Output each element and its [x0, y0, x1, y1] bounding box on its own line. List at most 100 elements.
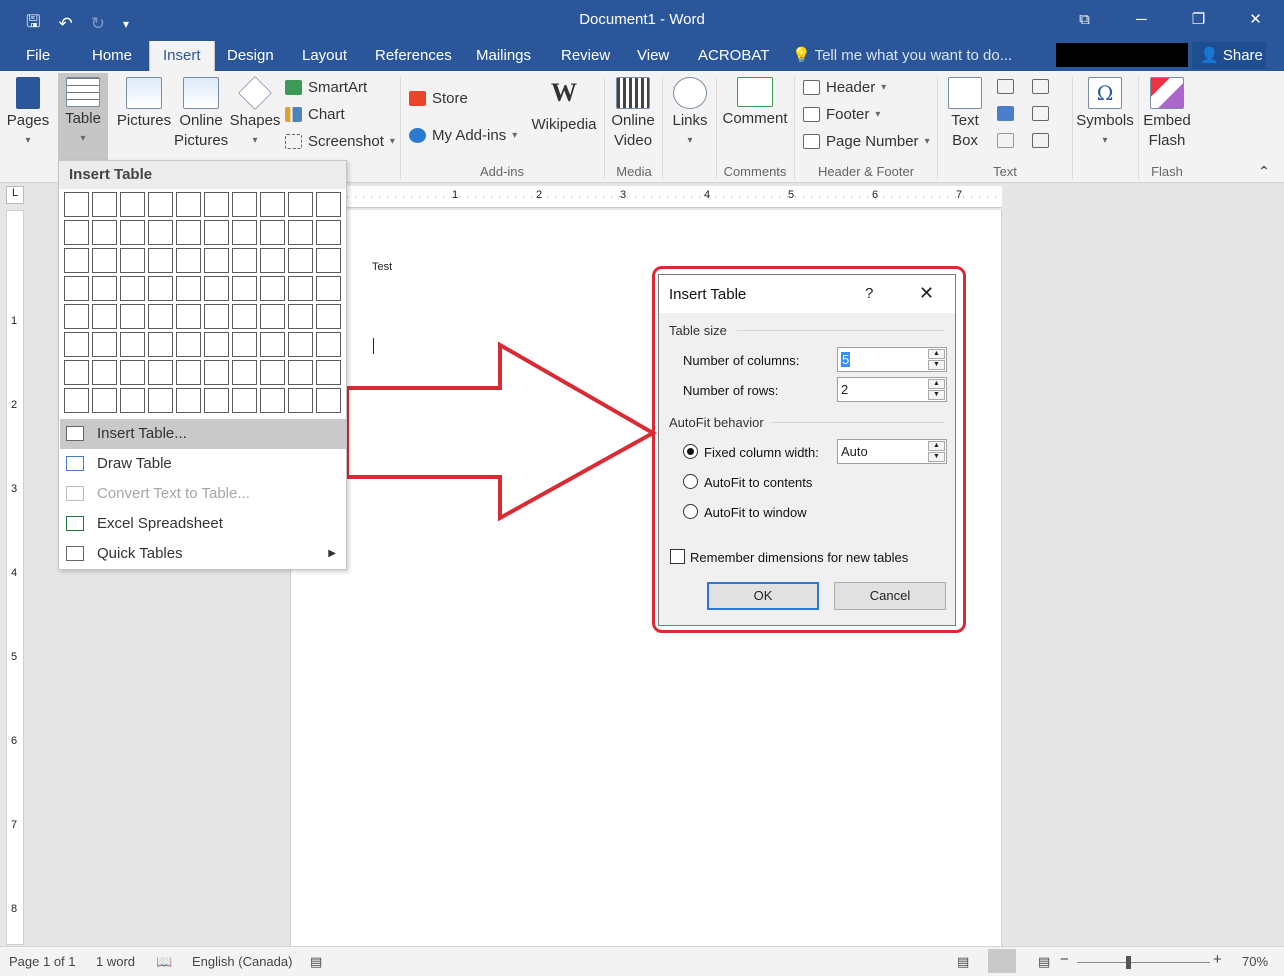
grid-cell[interactable] [64, 276, 89, 301]
close-icon[interactable]: ✕ [1227, 0, 1284, 38]
tab-insert[interactable]: Insert [149, 41, 215, 71]
tab-mailings[interactable]: Mailings [476, 41, 531, 71]
grid-cell[interactable] [148, 248, 173, 273]
grid-cell[interactable] [120, 360, 145, 385]
wordart-icon[interactable] [997, 106, 1014, 121]
grid-cell[interactable] [288, 192, 313, 217]
my-addins-button[interactable]: My Add-ins ▾ [409, 127, 517, 144]
grid-cell[interactable] [92, 360, 117, 385]
grid-cell[interactable] [260, 192, 285, 217]
tab-review[interactable]: Review [561, 41, 610, 71]
object-icon[interactable] [1032, 133, 1049, 148]
grid-cell[interactable] [316, 248, 341, 273]
grid-cell[interactable] [204, 304, 229, 329]
grid-cell[interactable] [288, 220, 313, 245]
grid-cell[interactable] [316, 388, 341, 413]
grid-cell[interactable] [288, 248, 313, 273]
links-button[interactable]: Links ▾ [668, 77, 712, 151]
grid-cell[interactable] [316, 332, 341, 357]
grid-cell[interactable] [176, 332, 201, 357]
ribbon-display-icon[interactable]: ⧉ [1056, 0, 1113, 38]
grid-cell[interactable] [92, 192, 117, 217]
grid-cell[interactable] [232, 388, 257, 413]
text-box-button[interactable]: Text Box [942, 77, 988, 151]
grid-cell[interactable] [176, 304, 201, 329]
grid-cell[interactable] [92, 276, 117, 301]
grid-cell[interactable] [148, 304, 173, 329]
zoom-slider[interactable] [1077, 962, 1210, 963]
tab-selector[interactable]: L [6, 186, 24, 204]
table-button[interactable]: Table ▾ [58, 73, 108, 161]
grid-cell[interactable] [232, 220, 257, 245]
grid-cell[interactable] [148, 360, 173, 385]
grid-cell[interactable] [288, 388, 313, 413]
zoom-level[interactable]: 70% [1242, 954, 1268, 969]
menu-item-insert-table[interactable]: Insert Table... [60, 419, 346, 449]
quick-parts-icon[interactable] [997, 79, 1014, 94]
grid-cell[interactable] [120, 388, 145, 413]
screenshot-button[interactable]: Screenshot ▾ [285, 133, 395, 150]
grid-cell[interactable] [64, 192, 89, 217]
menu-item-convert-text[interactable]: Convert Text to Table... [60, 479, 346, 509]
store-button[interactable]: Store [409, 90, 468, 107]
grid-cell[interactable] [120, 192, 145, 217]
chart-button[interactable]: Chart [285, 106, 345, 123]
date-time-icon[interactable] [1032, 106, 1049, 121]
grid-cell[interactable] [204, 220, 229, 245]
header-button[interactable]: Header ▾ [803, 79, 886, 96]
grid-cell[interactable] [204, 248, 229, 273]
grid-cell[interactable] [316, 360, 341, 385]
word-count[interactable]: 1 word [96, 954, 135, 969]
grid-cell[interactable] [232, 332, 257, 357]
signature-line-icon[interactable] [1032, 79, 1049, 94]
grid-cell[interactable] [92, 332, 117, 357]
grid-cell[interactable] [232, 192, 257, 217]
document-text[interactable]: Test [372, 261, 392, 273]
grid-cell[interactable] [232, 248, 257, 273]
grid-cell[interactable] [148, 192, 173, 217]
proofing-icon[interactable]: 📖 [156, 954, 172, 970]
page-number-button[interactable]: Page Number ▾ [803, 133, 930, 150]
share-button[interactable]: 👤 Share [1192, 42, 1266, 69]
comment-button[interactable]: Comment [720, 77, 790, 129]
grid-cell[interactable] [64, 248, 89, 273]
wikipedia-button[interactable]: W Wikipedia [527, 80, 601, 135]
grid-cell[interactable] [148, 332, 173, 357]
grid-cell[interactable] [92, 248, 117, 273]
menu-item-quick-tables[interactable]: Quick Tables ▶ [60, 539, 346, 569]
web-layout-icon[interactable]: ▤ [1038, 954, 1050, 970]
zoom-slider-thumb[interactable] [1126, 956, 1131, 969]
grid-cell[interactable] [64, 332, 89, 357]
grid-cell[interactable] [232, 360, 257, 385]
grid-cell[interactable] [204, 192, 229, 217]
grid-cell[interactable] [232, 304, 257, 329]
grid-cell[interactable] [204, 388, 229, 413]
horizontal-ruler[interactable]: 1 2 3 4 5 6 7 [347, 186, 1002, 208]
grid-cell[interactable] [232, 276, 257, 301]
print-layout-icon[interactable] [988, 949, 1016, 973]
grid-cell[interactable] [92, 304, 117, 329]
grid-cell[interactable] [288, 332, 313, 357]
minimize-icon[interactable]: ─ [1113, 0, 1170, 38]
grid-cell[interactable] [204, 276, 229, 301]
tell-me-search[interactable]: 💡 Tell me what you want to do... [792, 41, 1012, 71]
grid-cell[interactable] [120, 332, 145, 357]
grid-cell[interactable] [148, 276, 173, 301]
tab-home[interactable]: Home [92, 41, 132, 71]
grid-cell[interactable] [120, 220, 145, 245]
grid-cell[interactable] [148, 388, 173, 413]
tab-view[interactable]: View [637, 41, 669, 71]
footer-button[interactable]: Footer ▾ [803, 106, 880, 123]
grid-cell[interactable] [176, 192, 201, 217]
vertical-ruler[interactable]: 1 2 3 4 5 6 7 8 [6, 210, 24, 945]
table-size-grid[interactable] [64, 192, 341, 413]
grid-cell[interactable] [260, 304, 285, 329]
grid-cell[interactable] [288, 276, 313, 301]
grid-cell[interactable] [64, 388, 89, 413]
grid-cell[interactable] [120, 276, 145, 301]
tab-references[interactable]: References [375, 41, 452, 71]
grid-cell[interactable] [316, 304, 341, 329]
grid-cell[interactable] [64, 304, 89, 329]
grid-cell[interactable] [316, 220, 341, 245]
drop-cap-icon[interactable] [997, 133, 1014, 148]
